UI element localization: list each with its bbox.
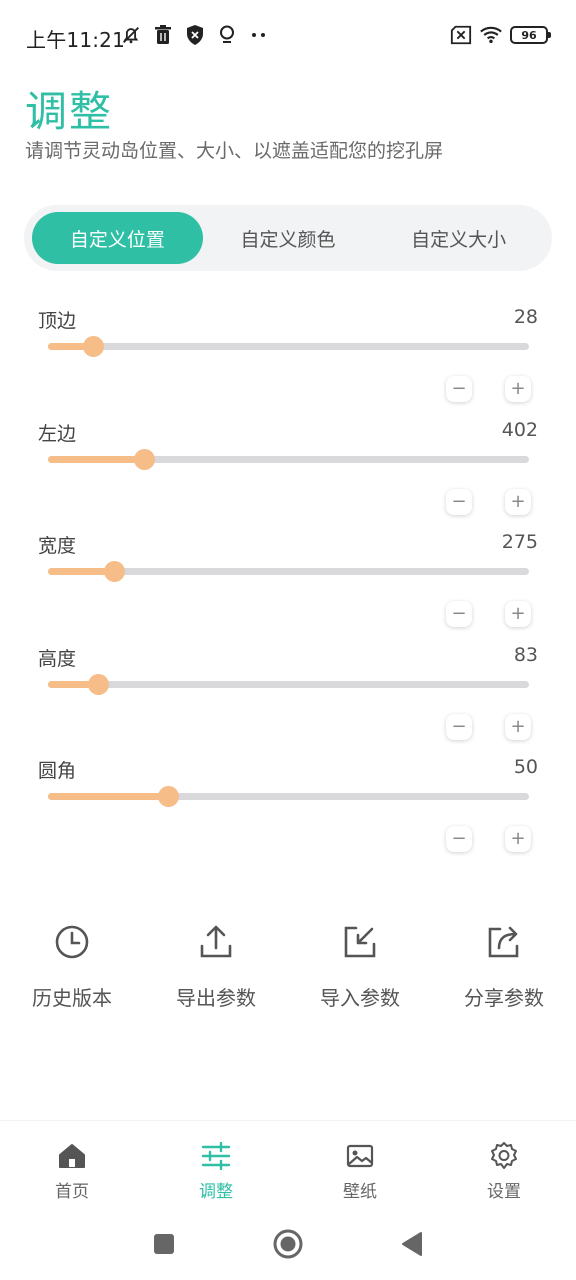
slider-left-edge: 左边 402 − + <box>38 419 538 531</box>
slider-top-edge: 顶边 28 − + <box>38 306 538 418</box>
slider-track[interactable] <box>48 674 529 695</box>
slider-value: 275 <box>501 531 538 553</box>
nav-item-adjust[interactable]: 调整 <box>144 1121 288 1210</box>
slider-fill <box>48 456 145 463</box>
action-label: 导出参数 <box>176 986 256 1010</box>
slider-track[interactable] <box>48 449 529 470</box>
share-action[interactable]: 分享参数 <box>432 922 576 1011</box>
action-row: 历史版本 导出参数 导入参数 分享参数 <box>0 922 576 1011</box>
sliders-icon <box>201 1141 231 1171</box>
tab-custom-size[interactable]: 自定义大小 <box>373 212 544 264</box>
tab-custom-color[interactable]: 自定义颜色 <box>203 212 374 264</box>
slider-thumb[interactable] <box>88 674 110 695</box>
segmented-tabs: 自定义位置 自定义颜色 自定义大小 <box>24 205 552 271</box>
home-button[interactable] <box>272 1228 304 1264</box>
page-subtitle: 请调节灵动岛位置、大小、以遮盖适配您的挖孔屏 <box>25 140 444 162</box>
clock-icon <box>52 922 92 962</box>
status-bar: 上午11:21 96 <box>0 0 576 72</box>
history-action[interactable]: 历史版本 <box>0 922 144 1011</box>
trash-icon <box>152 24 174 46</box>
home-icon <box>57 1141 87 1171</box>
slider-thumb[interactable] <box>103 561 125 582</box>
slider-label: 高度 <box>38 648 77 670</box>
gear-icon <box>489 1141 519 1171</box>
slider-value: 28 <box>513 306 538 328</box>
slider-track[interactable] <box>48 561 529 582</box>
slider-corner-radius: 圆角 50 − + <box>38 756 538 868</box>
status-time: 上午11:21 <box>26 28 126 52</box>
share-icon <box>484 922 524 962</box>
lightbulb-icon <box>216 24 238 46</box>
slider-label: 顶边 <box>38 310 77 332</box>
square-icon <box>154 1234 174 1254</box>
more-dots-icon <box>248 24 270 46</box>
nav-item-wallpaper[interactable]: 壁纸 <box>288 1121 432 1210</box>
status-notification-icons <box>120 24 270 46</box>
decrement-button[interactable]: − <box>446 826 472 852</box>
increment-button[interactable]: + <box>505 826 531 852</box>
import-action[interactable]: 导入参数 <box>288 922 432 1011</box>
export-action[interactable]: 导出参数 <box>144 922 288 1011</box>
slider-label: 宽度 <box>38 535 77 557</box>
decrement-button[interactable]: − <box>446 714 472 740</box>
slider-thumb[interactable] <box>134 449 156 470</box>
action-label: 历史版本 <box>32 986 112 1010</box>
back-button[interactable] <box>400 1231 424 1261</box>
bell-muted-icon <box>120 24 142 46</box>
slider-width: 宽度 275 − + <box>38 531 538 643</box>
slider-thumb[interactable] <box>83 336 105 357</box>
page-title: 调整 <box>25 87 114 136</box>
nav-item-home[interactable]: 首页 <box>0 1121 144 1210</box>
increment-button[interactable]: + <box>505 376 531 402</box>
slider-track[interactable] <box>48 336 529 357</box>
import-icon <box>340 922 380 962</box>
increment-button[interactable]: + <box>505 714 531 740</box>
triangle-back-icon <box>402 1232 422 1256</box>
shield-icon <box>184 24 206 46</box>
decrement-button[interactable]: − <box>446 601 472 627</box>
slider-value: 50 <box>513 756 538 778</box>
status-system-icons: 96 <box>450 24 551 46</box>
decrement-button[interactable]: − <box>446 376 472 402</box>
slider-height: 高度 83 − + <box>38 644 538 756</box>
action-label: 导入参数 <box>320 986 400 1010</box>
recents-button[interactable] <box>152 1232 176 1260</box>
no-sim-icon <box>450 24 472 46</box>
slider-value: 402 <box>501 419 538 441</box>
image-icon <box>345 1141 375 1171</box>
upload-icon <box>196 922 236 962</box>
increment-button[interactable]: + <box>505 601 531 627</box>
slider-thumb[interactable] <box>158 786 180 807</box>
slider-label: 圆角 <box>38 760 77 782</box>
slider-fill <box>48 793 169 800</box>
slider-label: 左边 <box>38 423 77 445</box>
increment-button[interactable]: + <box>505 489 531 515</box>
battery-indicator: 96 <box>510 26 551 44</box>
nav-label: 壁纸 <box>343 1182 377 1202</box>
slider-value: 83 <box>513 644 538 666</box>
bottom-navigation: 首页 调整 壁纸 设置 <box>0 1120 576 1210</box>
decrement-button[interactable]: − <box>446 489 472 515</box>
slider-track[interactable] <box>48 786 529 807</box>
nav-label: 调整 <box>199 1182 233 1202</box>
action-label: 分享参数 <box>464 986 544 1010</box>
system-navigation-bar <box>0 1212 576 1280</box>
circle-icon <box>273 1229 303 1259</box>
nav-label: 设置 <box>487 1182 521 1202</box>
tab-custom-position[interactable]: 自定义位置 <box>32 212 203 264</box>
wifi-icon <box>480 24 502 46</box>
nav-label: 首页 <box>55 1182 89 1202</box>
nav-item-settings[interactable]: 设置 <box>432 1121 576 1210</box>
